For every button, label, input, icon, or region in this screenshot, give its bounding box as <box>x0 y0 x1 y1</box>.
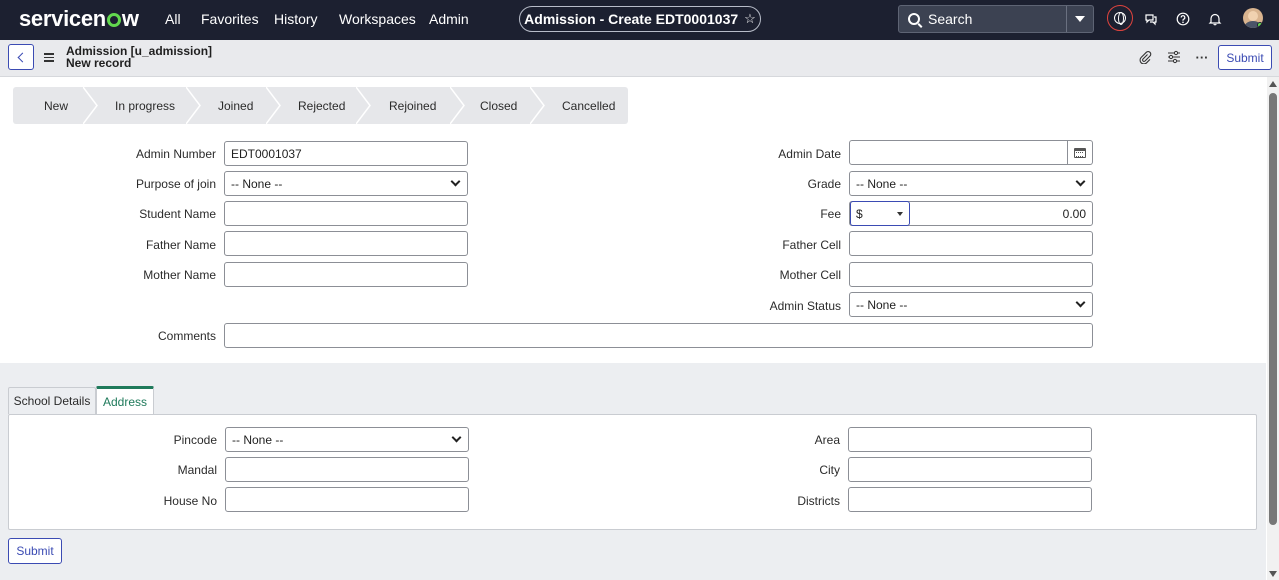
house-no-field[interactable] <box>225 487 469 512</box>
chevron-down-icon <box>1075 297 1086 308</box>
servicenow-logo[interactable]: servicen w <box>19 6 139 32</box>
pincode-label: Pincode <box>173 433 217 447</box>
stage-separator <box>450 87 465 124</box>
search-input[interactable]: Search <box>928 11 1066 27</box>
nav-admin[interactable]: Admin <box>429 11 469 27</box>
admin-date-field[interactable] <box>849 140 1068 165</box>
settings-sliders-icon[interactable] <box>1166 49 1182 65</box>
nav-workspaces[interactable]: Workspaces <box>339 11 416 27</box>
comments-field[interactable] <box>224 323 1093 348</box>
chevron-down-icon <box>451 432 462 443</box>
submit-button-header[interactable]: Submit <box>1218 45 1272 70</box>
mother-cell-field[interactable] <box>849 262 1093 287</box>
back-button[interactable] <box>8 44 34 70</box>
city-field[interactable] <box>848 457 1092 482</box>
stage-separator <box>356 87 371 124</box>
stage-separator <box>186 87 201 124</box>
grade-value: -- None -- <box>856 176 908 191</box>
global-search[interactable]: Search <box>898 5 1094 33</box>
chevron-down-icon <box>1075 16 1085 22</box>
user-avatar[interactable] <box>1243 8 1263 28</box>
submit-button-footer[interactable]: Submit <box>8 538 62 564</box>
pincode-value: -- None -- <box>232 432 284 447</box>
stage-new: New <box>44 98 69 113</box>
father-cell-label: Father Cell <box>782 238 841 252</box>
calendar-icon[interactable] <box>1068 140 1093 165</box>
mother-cell-label: Mother Cell <box>779 268 841 282</box>
stage-separator <box>530 87 545 124</box>
pincode-select[interactable]: -- None -- <box>225 427 469 452</box>
father-name-field[interactable] <box>224 231 468 256</box>
admin-status-select[interactable]: -- None -- <box>849 292 1093 317</box>
paperclip-icon[interactable] <box>1137 49 1153 65</box>
stage-in-progress: In progress <box>115 98 176 113</box>
logo-text-end: w <box>121 6 139 31</box>
mother-name-field[interactable] <box>224 262 468 287</box>
process-flow: New In progress Joined Rejected Rejoined… <box>13 87 628 124</box>
mandal-label: Mandal <box>177 463 217 477</box>
admin-status-value: -- None -- <box>856 297 908 312</box>
nav-history[interactable]: History <box>274 11 318 27</box>
admin-number-label: Admin Number <box>135 147 216 161</box>
context-menu-icon[interactable] <box>44 53 54 64</box>
form-header: Admission [u_admission] New record ··· S… <box>0 40 1279 77</box>
record-status: New record <box>66 56 132 70</box>
purpose-of-join-label: Purpose of join <box>135 177 216 191</box>
tab-school-details[interactable]: School Details <box>8 387 96 414</box>
caret-down-icon <box>897 212 903 216</box>
stage-cancelled: Cancelled <box>562 98 616 113</box>
chat-icon[interactable] <box>1140 8 1162 30</box>
context-title: Admission - Create EDT0001037 <box>524 11 739 27</box>
logo-text: servicen <box>19 6 106 31</box>
grade-label: Grade <box>807 177 841 191</box>
currency-symbol: $ <box>856 206 863 221</box>
record-title: Admission [u_admission] New record <box>66 45 212 69</box>
city-label: City <box>819 463 840 477</box>
star-icon[interactable]: ☆ <box>744 11 756 27</box>
stage-rejected: Rejected <box>298 98 346 113</box>
stage-rejoined: Rejoined <box>389 98 437 113</box>
area-field[interactable] <box>848 427 1092 452</box>
scrollbar-thumb[interactable] <box>1269 93 1277 525</box>
student-name-label: Student Name <box>139 207 216 221</box>
search-icon <box>908 13 920 25</box>
house-no-label: House No <box>163 494 217 508</box>
bell-icon[interactable] <box>1204 8 1226 30</box>
father-cell-field[interactable] <box>849 231 1093 256</box>
districts-label: Districts <box>797 494 840 508</box>
area-label: Area <box>814 433 840 447</box>
student-name-field[interactable] <box>224 201 468 226</box>
admin-date-label: Admin Date <box>778 147 841 161</box>
father-name-label: Father Name <box>145 238 216 252</box>
stage-separator <box>83 87 98 124</box>
tab-address[interactable]: Address <box>96 386 154 415</box>
chevron-down-icon <box>450 176 461 187</box>
nav-favorites[interactable]: Favorites <box>201 11 259 27</box>
help-icon[interactable] <box>1172 8 1194 30</box>
chevron-down-icon <box>1075 176 1086 187</box>
currency-select[interactable]: $ <box>850 201 910 226</box>
comments-label: Comments <box>157 329 216 343</box>
purpose-of-join-value: -- None -- <box>231 176 283 191</box>
scroll-up-arrow[interactable] <box>1269 81 1277 87</box>
more-options-icon[interactable]: ··· <box>1194 49 1210 65</box>
chevron-left-icon <box>17 52 28 62</box>
globe-icon[interactable] <box>1107 5 1133 31</box>
nav-all[interactable]: All <box>165 11 181 27</box>
scroll-down-arrow[interactable] <box>1269 571 1277 577</box>
context-title-pill[interactable]: Admission - Create EDT0001037 ☆ <box>519 6 761 32</box>
stage-separator <box>266 87 281 124</box>
admin-status-label: Admin Status <box>769 299 841 313</box>
stage-joined: Joined <box>218 98 254 113</box>
mandal-field[interactable] <box>225 457 469 482</box>
mother-name-label: Mother Name <box>143 268 216 282</box>
top-nav-bar: servicen w All Favorites History Workspac… <box>0 0 1279 40</box>
stage-closed: Closed <box>480 98 518 113</box>
grade-select[interactable]: -- None -- <box>849 171 1093 196</box>
fee-label: Fee <box>820 207 841 221</box>
purpose-of-join-select[interactable]: -- None -- <box>224 171 468 196</box>
admin-number-field[interactable]: EDT0001037 <box>224 141 468 166</box>
districts-field[interactable] <box>848 487 1092 512</box>
search-dropdown-button[interactable] <box>1066 6 1093 32</box>
